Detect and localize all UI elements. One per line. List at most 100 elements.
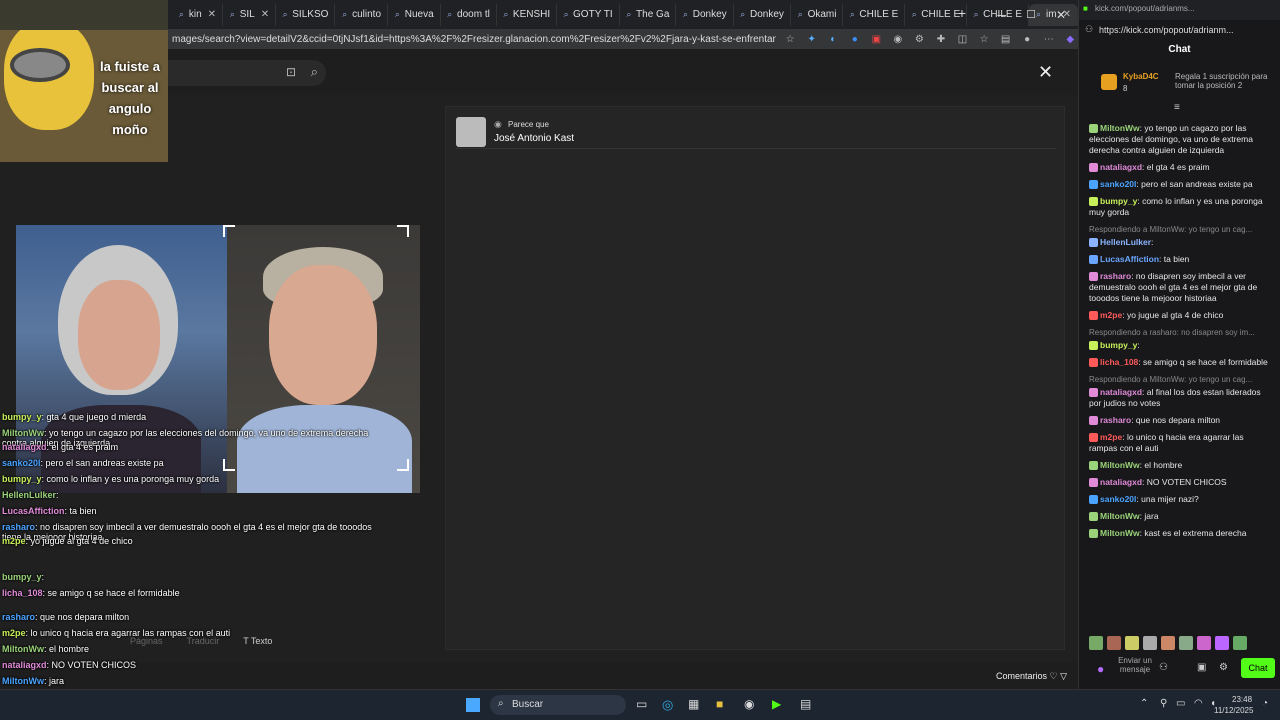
close-overlay-icon[interactable]: ✕ [1038,62,1053,83]
emote-icon[interactable] [1179,636,1193,650]
chat-username[interactable]: m2pe [1100,432,1122,442]
filter-icon[interactable]: ≡ [1174,102,1180,113]
person-name[interactable]: José Antonio Kast [494,133,574,144]
chat-message[interactable]: LucasAffiction: ta bien [1089,254,1273,265]
copilot-icon[interactable]: ◆ [1062,31,1078,47]
chat-message[interactable]: nataliagxd: al final los dos estan lider… [1089,387,1273,409]
browser-tab[interactable]: ⌕ culinto [335,3,389,26]
close-window-icon[interactable]: ✕ [1056,8,1066,22]
edge-icon[interactable]: ◎ [662,697,673,713]
split-icon[interactable]: ◫ [955,31,971,47]
browser-tab[interactable]: ⌕ CHILE E [843,3,906,26]
chat-send-button[interactable]: Chat [1241,658,1275,678]
browser-tab[interactable]: ⌕ GOTY TI [557,3,620,26]
browser-tab[interactable]: ⌕ Donkey [676,3,734,26]
emote-icon[interactable] [1143,636,1157,650]
extensions-icon[interactable]: ✚ [933,31,949,47]
chat-input[interactable]: Enviar un mensaje [1115,656,1155,674]
extension-icon[interactable]: ⚙ [912,31,928,47]
chat-message[interactable]: m2pe: yo jugue al gta 4 de chico [1089,310,1273,321]
emoji-icon[interactable]: ⚇ [1159,662,1168,673]
browser-tab[interactable]: ⌕ Okami [791,3,844,26]
emote-icon[interactable] [1233,636,1247,650]
collections-icon[interactable]: ▤ [998,31,1014,47]
mic-icon[interactable]: ● [1097,662,1104,676]
favorites-icon[interactable]: ☆ [976,31,992,47]
chat-message[interactable]: nataliagxd: NO VOTEN CHICOS [1089,477,1273,488]
chat-username[interactable]: bumpy_y [1100,196,1137,206]
explorer-icon[interactable]: ■ [716,697,723,711]
chevron-down-icon[interactable]: ▽ [1060,671,1067,681]
chat-message[interactable]: HellenLulker: [1089,237,1273,248]
url-text[interactable]: mages/search?view=detailV2&ccid=0tjNJsf1… [172,34,776,45]
like-icon[interactable]: ♡ [1050,671,1061,681]
add-tab-icon[interactable]: + [958,5,966,21]
more-icon[interactable]: ⋯ [1041,31,1057,47]
store-icon[interactable]: ▦ [688,697,699,711]
chat-username[interactable]: nataliagxd [1100,477,1142,487]
visual-search-icon[interactable]: ⊡ [286,65,296,79]
extension-icon[interactable]: ◉ [890,31,906,47]
result-card[interactable]: ◉ Parece que José Antonio Kast [456,117,1056,149]
settings-icon[interactable]: ⚙ [1219,662,1228,673]
notification-icon[interactable]: ◔ [1262,698,1268,709]
shop-icon[interactable]: ▣ [1197,662,1206,673]
search-input[interactable]: ⊡ ⌕ [168,60,326,86]
chat-username[interactable]: nataliagxd [1100,162,1142,172]
site-info-icon[interactable]: ⚇ [1085,24,1093,35]
clock-time[interactable]: 23:48 [1232,695,1252,704]
gift-text[interactable]: Regala 1 suscripción para tomar la posic… [1175,72,1271,90]
browser-tab[interactable]: ⌕ kin ✕ [172,3,224,26]
emote-icon[interactable] [1161,636,1175,650]
pinned-user[interactable]: KybaD4C [1123,72,1159,81]
chat-username[interactable]: MiltonWw [1100,460,1140,470]
browser-tab[interactable]: ⌕ Donkey [734,3,791,26]
chat-message[interactable]: nataliagxd: el gta 4 es praim [1089,162,1273,173]
chat-username[interactable]: rasharo [1100,415,1131,425]
tray-icon[interactable]: ▭ [1176,698,1185,709]
tray-chevron-icon[interactable]: ⌃ [1140,698,1148,709]
reply-context[interactable]: Respondiendo a rasharo: no disapren soy … [1089,327,1273,338]
maximize-icon[interactable]: ☐ [1026,8,1036,21]
chat-message[interactable]: sanko20l: pero el san andreas existe pa [1089,179,1273,190]
emote-icon[interactable] [1089,636,1103,650]
chat-message[interactable]: MiltonWw: el hombre [1089,460,1273,471]
comments-bar[interactable]: Comentarios ♡ ▽ [996,671,1067,682]
chat-message[interactable]: MiltonWw: kast es el extrema derecha [1089,528,1273,539]
search-icon[interactable]: ⌕ [311,64,318,80]
tray-icon[interactable]: ⚲ [1160,698,1167,709]
clock-date[interactable]: 11/12/2025 [1214,706,1253,715]
chat-username[interactable]: sanko20l [1100,179,1136,189]
chat-username[interactable]: nataliagxd [1100,387,1142,397]
chat-message[interactable]: bumpy_y: [1089,340,1273,351]
extension-icon[interactable]: ● [847,31,863,47]
chat-username[interactable]: MiltonWw [1100,528,1140,538]
emote-icon[interactable] [1215,636,1229,650]
extension-icon[interactable]: ✦ [804,31,820,47]
chat-username[interactable]: HellenLulker [1100,237,1151,247]
chat-username[interactable]: sanko20l [1100,494,1136,504]
chat-username[interactable]: rasharo [1100,271,1131,281]
taskbar-search[interactable]: ⌕ Buscar [490,695,626,715]
browser-tab[interactable]: ⌕ The Ga [620,3,677,26]
star-icon[interactable]: ☆ [782,31,798,47]
chrome-icon[interactable]: ◉ [744,697,754,711]
chat-message[interactable]: licha_108: se amigo q se hace el formida… [1089,357,1273,368]
browser-tab[interactable]: ⌕ KENSHI [497,3,558,26]
chat-message[interactable]: MiltonWw: yo tengo un cagazo por las ele… [1089,123,1273,156]
chat-username[interactable]: m2pe [1100,310,1122,320]
emote-icon[interactable] [1107,636,1121,650]
chat-message[interactable]: rasharo: no disapren soy imbecil a ver d… [1089,271,1273,304]
kick-app-icon[interactable]: ▶ [772,697,781,711]
app-icon[interactable]: ▤ [800,697,811,711]
wifi-icon[interactable]: ◠ [1194,698,1203,709]
reply-context[interactable]: Respondiendo a MiltonWw: yo tengo un cag… [1089,374,1273,385]
browser-tab[interactable]: ⌕ SIL ✕ [223,3,277,26]
browser-tab[interactable]: ⌕ Nueva [388,3,441,26]
browser-tab[interactable]: ⌕ SILKSO [276,3,336,26]
chat-message[interactable]: MiltonWw: jara [1089,511,1273,522]
emote-icon[interactable] [1125,636,1139,650]
chat-username[interactable]: bumpy_y [1100,340,1137,350]
chat-message[interactable]: sanko20l: una mijer nazi? [1089,494,1273,505]
chat-username[interactable]: MiltonWw [1100,123,1140,133]
